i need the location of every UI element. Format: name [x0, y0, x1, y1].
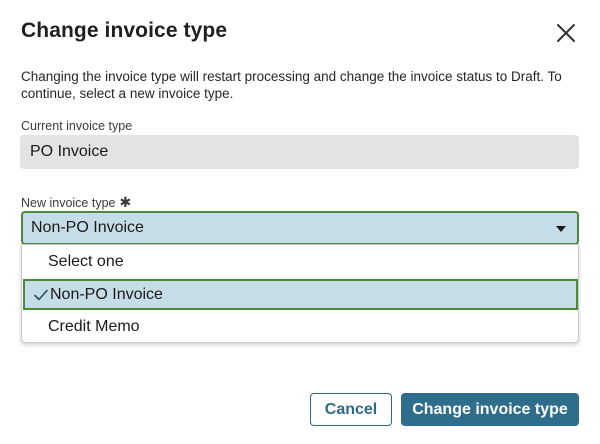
current-invoice-type-value: PO Invoice: [30, 143, 109, 160]
close-icon: [557, 24, 575, 42]
dialog-description: Changing the invoice type will restart p…: [21, 69, 562, 101]
option-label: Credit Memo: [48, 318, 140, 335]
new-invoice-type-label: New invoice type ✱: [21, 194, 131, 211]
option-label: Non-PO Invoice: [50, 285, 163, 303]
change-invoice-type-button[interactable]: Change invoice type: [401, 393, 579, 426]
required-asterisk-icon: ✱: [119, 194, 132, 210]
new-invoice-type-label-text: New invoice type: [21, 196, 116, 210]
caret-down-icon: [556, 226, 566, 232]
invoice-type-dropdown-menu: Select one Non-PO Invoice Credit Memo: [21, 244, 579, 343]
option-non-po-invoice[interactable]: Non-PO Invoice: [23, 279, 578, 310]
cancel-button[interactable]: Cancel: [310, 393, 392, 426]
current-invoice-type-label: Current invoice type: [21, 119, 133, 133]
dialog-title: Change invoice type: [21, 19, 228, 42]
new-invoice-type-select[interactable]: Non-PO Invoice: [21, 211, 579, 245]
option-select-one[interactable]: Select one: [22, 246, 578, 278]
change-invoice-type-dialog: Change invoice type Changing the invoice…: [0, 0, 600, 444]
close-button[interactable]: [551, 18, 581, 48]
option-label: Select one: [48, 253, 124, 270]
checkmark-icon: [34, 289, 48, 301]
new-invoice-type-selected-value: Non-PO Invoice: [31, 219, 144, 236]
option-credit-memo[interactable]: Credit Memo: [22, 311, 578, 343]
current-invoice-type-field: PO Invoice: [20, 135, 579, 169]
